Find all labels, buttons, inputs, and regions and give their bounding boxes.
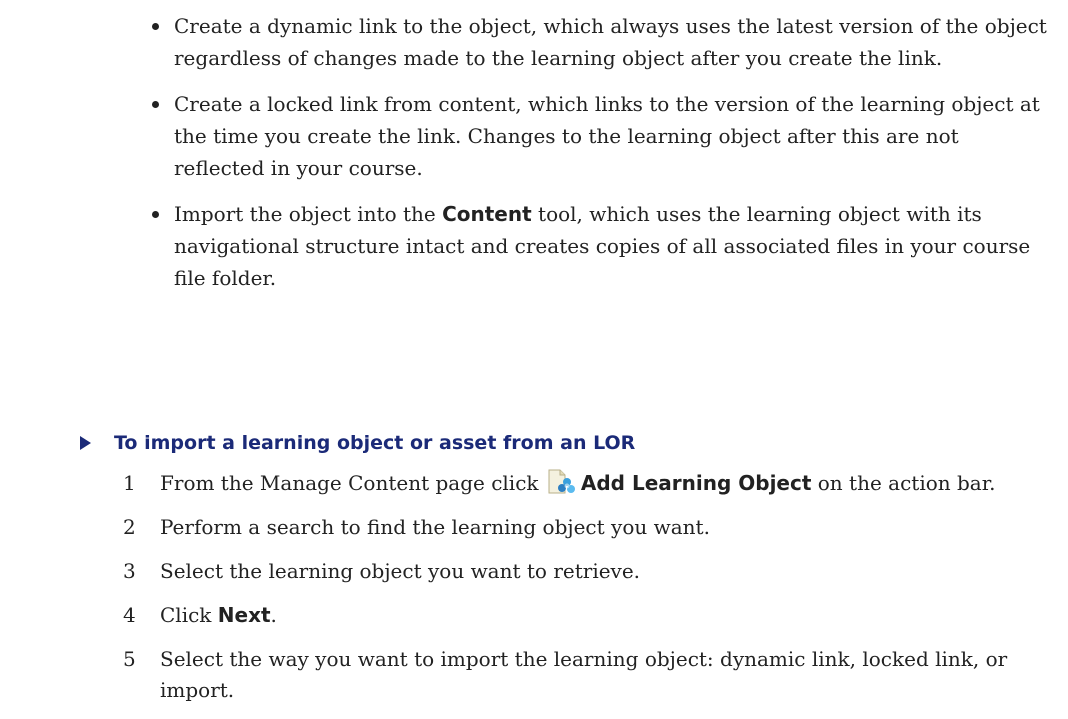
step-text: Select the way you want to import the le… <box>160 647 1008 702</box>
document-page: Create a dynamic link to the object, whi… <box>0 0 1068 702</box>
step-text-after: . <box>270 603 277 627</box>
step-bold-term: Add Learning Object <box>580 471 812 495</box>
step-item: 5 Select the way you want to import the … <box>123 644 1053 706</box>
step-bold-term: Next <box>217 603 271 627</box>
step-text: Click Next. <box>160 600 1053 631</box>
bullet-text-before: Import the object into the <box>174 202 443 226</box>
step-number: 3 <box>123 559 136 583</box>
procedure-steps: 1 From the Manage Content page click Add… <box>123 468 1053 719</box>
step-text: Select the learning object you want to r… <box>160 559 641 583</box>
step-text-before: From the Manage Content page click <box>160 471 545 495</box>
step-item: 2 Perform a search to find the learning … <box>123 512 1053 543</box>
step-text-before: Click <box>160 603 218 627</box>
triangle-arrow-icon <box>80 436 91 450</box>
step-item: 4 Click Next. <box>123 600 1053 631</box>
bullet-text: Create a dynamic link to the object, whi… <box>174 14 1047 70</box>
bullet-bold-term: Content <box>442 202 532 226</box>
step-text: Perform a search to find the learning ob… <box>160 515 710 539</box>
step-number: 1 <box>123 471 136 495</box>
step-text-after: on the action bar. <box>811 471 996 495</box>
procedure-heading: To import a learning object or asset fro… <box>80 429 635 457</box>
add-learning-object-icon <box>547 469 577 495</box>
list-item: Create a dynamic link to the object, whi… <box>150 10 1050 74</box>
step-item: 1 From the Manage Content page click Add… <box>123 468 1053 499</box>
list-item: Create a locked link from content, which… <box>150 88 1050 184</box>
step-number: 2 <box>123 515 136 539</box>
list-item: Import the object into the Content tool,… <box>150 198 1050 294</box>
bullet-text: Create a locked link from content, which… <box>174 92 1040 180</box>
step-item: 3 Select the learning object you want to… <box>123 556 1053 587</box>
import-options-list: Create a dynamic link to the object, whi… <box>150 10 1050 308</box>
step-number: 4 <box>123 603 136 627</box>
procedure-heading-text: To import a learning object or asset fro… <box>114 432 636 454</box>
step-text: From the Manage Content page click Add L… <box>160 468 1053 499</box>
step-number: 5 <box>123 647 136 671</box>
